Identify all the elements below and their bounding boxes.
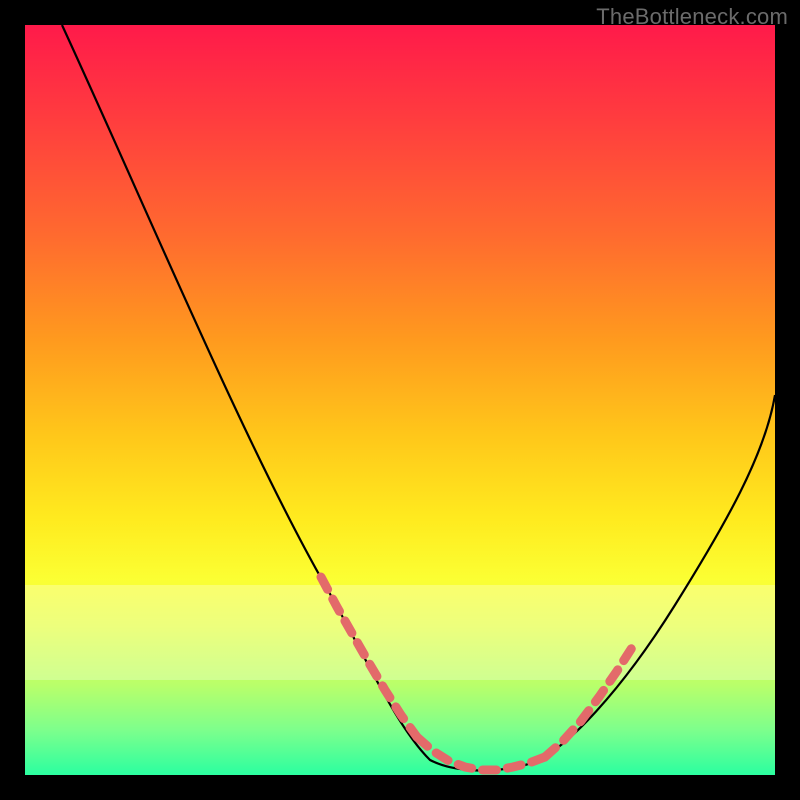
plot-area	[25, 25, 775, 775]
watermark-text: TheBottleneck.com	[596, 4, 788, 30]
chart-frame: TheBottleneck.com	[0, 0, 800, 800]
